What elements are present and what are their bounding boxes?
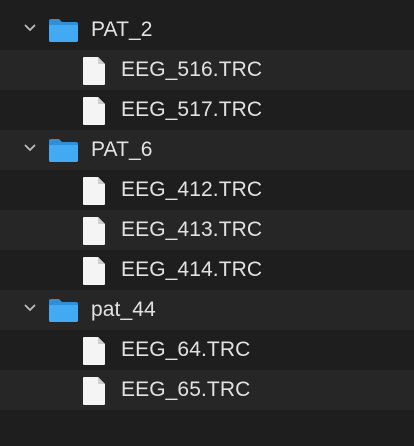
file-icon <box>82 376 106 406</box>
file-row[interactable]: EEG_516.TRC <box>0 50 414 90</box>
folder-icon <box>48 137 79 163</box>
folder-row-pat-44[interactable]: pat_44 <box>0 290 414 330</box>
file-label: EEG_414.TRC <box>121 258 263 281</box>
folder-icon <box>48 297 79 323</box>
file-label: EEG_65.TRC <box>121 378 251 401</box>
file-row[interactable]: EEG_414.TRC <box>0 250 414 290</box>
chevron-down-icon[interactable] <box>24 142 36 154</box>
file-row[interactable]: EEG_412.TRC <box>0 170 414 210</box>
file-icon <box>82 336 106 366</box>
file-label: EEG_516.TRC <box>121 58 263 81</box>
file-row[interactable]: EEG_65.TRC <box>0 370 414 410</box>
folder-label: PAT_2 <box>91 18 153 41</box>
file-icon <box>82 256 106 286</box>
chevron-down-icon[interactable] <box>24 302 36 314</box>
folder-icon <box>48 17 79 43</box>
file-icon <box>82 176 106 206</box>
file-icon <box>82 216 106 246</box>
file-row[interactable]: EEG_413.TRC <box>0 210 414 250</box>
chevron-down-icon[interactable] <box>24 22 36 34</box>
folder-label: PAT_6 <box>91 138 153 161</box>
folder-row-pat-6[interactable]: PAT_6 <box>0 130 414 170</box>
file-label: EEG_517.TRC <box>121 98 263 121</box>
file-label: EEG_412.TRC <box>121 178 263 201</box>
file-label: EEG_64.TRC <box>121 338 251 361</box>
file-tree: PAT_2 EEG_516.TRC EEG_517.TRC PAT_6 EEG_… <box>0 0 414 446</box>
folder-row-pat-2[interactable]: PAT_2 <box>0 10 414 50</box>
file-row[interactable]: EEG_64.TRC <box>0 330 414 370</box>
file-label: EEG_413.TRC <box>121 218 263 241</box>
file-row[interactable]: EEG_517.TRC <box>0 90 414 130</box>
folder-label: pat_44 <box>91 298 156 321</box>
file-icon <box>82 96 106 126</box>
file-icon <box>82 56 106 86</box>
